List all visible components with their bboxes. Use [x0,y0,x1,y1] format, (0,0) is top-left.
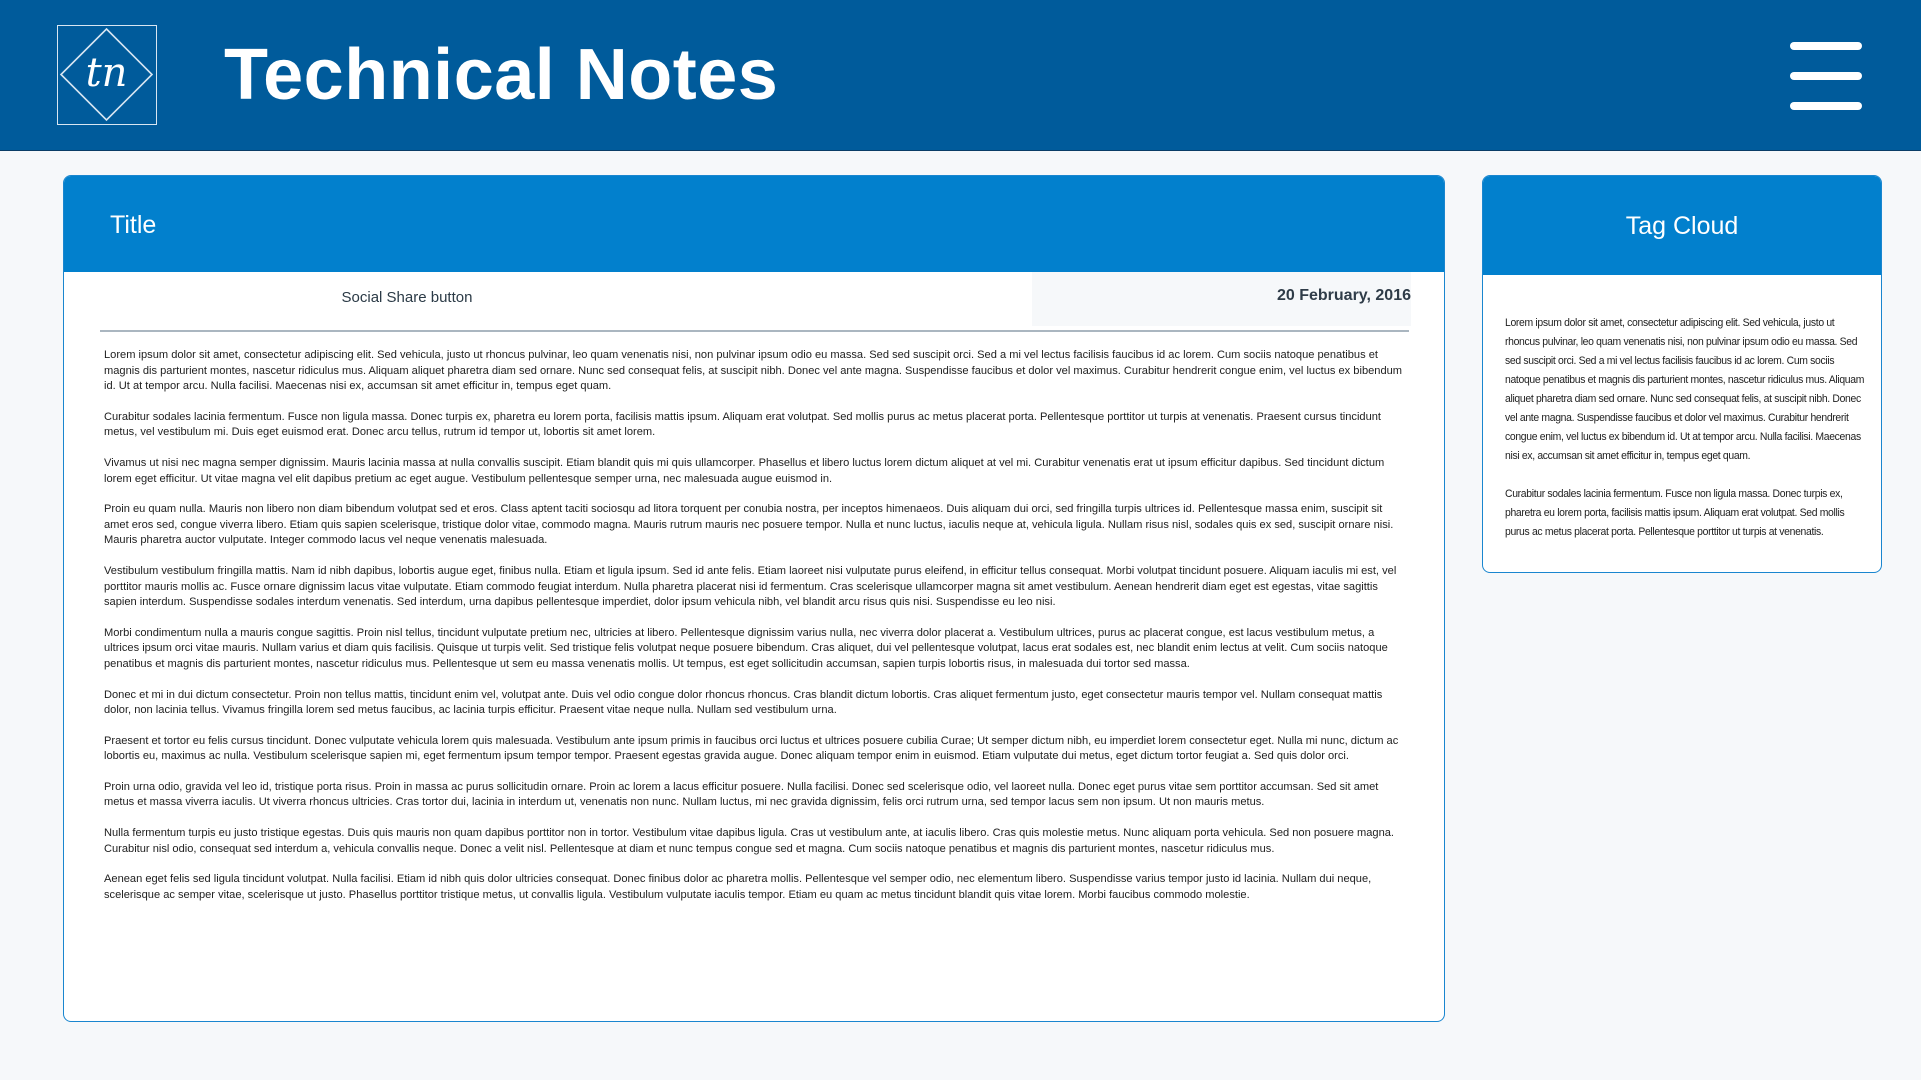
tag-cloud-paragraph: Lorem ipsum dolor sit amet, consectetur … [1505,317,1865,462]
hamburger-menu-icon[interactable] [1790,40,1862,112]
social-share-area: Social Share button [97,272,1032,326]
article-paragraph: Aenean eget felis sed ligula tincidunt v… [104,873,1372,901]
social-share-button[interactable]: Social Share button [97,289,717,306]
site-title: Technical Notes [224,35,779,115]
tag-cloud-header: Tag Cloud [1483,176,1881,275]
date-area: 20 February, 2016 [1032,272,1411,326]
article-paragraph: Vivamus ut nisi nec magna semper digniss… [104,456,1385,485]
article-meta: Social Share button 20 February, 2016 [97,272,1411,326]
article-title: Title [110,211,157,239]
article-paragraph: Proin eu quam nulla. Mauris non libero n… [104,503,1394,547]
article-paragraph: Praesent et tortor eu felis cursus tinci… [104,734,1399,763]
site-header: tn Technical Notes [0,0,1921,151]
article-paragraph: Nulla fermentum turpis eu justo tristiqu… [104,827,1395,855]
tag-cloud-body: Lorem ipsum dolor sit amet, consectetur … [1505,314,1867,561]
tag-cloud-title: Tag Cloud [1625,212,1739,240]
article-paragraph: Donec et mi in dui dictum consectetur. P… [104,688,1383,717]
logo-diamond-icon: tn [59,27,154,122]
article-paragraph: Lorem ipsum dolor sit amet, consectetur … [104,349,1403,393]
article-date: 20 February, 2016 [1276,287,1411,304]
menu-bar [1790,72,1862,80]
article-paragraph: Curabitur sodales lacinia fermentum. Fus… [104,410,1382,439]
article-card: Title Social Share button 20 February, 2… [63,175,1445,1022]
menu-bar [1790,102,1862,110]
article-paragraph: Proin urna odio, gravida vel leo id, tri… [104,780,1379,809]
article-paragraph: Vestibulum vestibulum fringilla mattis. … [104,564,1397,609]
menu-bar [1790,42,1862,50]
tag-cloud-paragraph: Curabitur sodales lacinia fermentum. Fus… [1505,488,1845,538]
logo-text: tn [86,50,128,96]
tag-cloud-card: Tag Cloud Lorem ipsum dolor sit amet, co… [1482,175,1882,573]
article-paragraph: Morbi condimentum nulla a mauris congue … [104,626,1388,670]
article-card-header: Title [64,176,1444,272]
article-body: Lorem ipsum dolor sit amet, consectetur … [104,348,1410,918]
article-divider [100,330,1409,332]
site-logo[interactable]: tn [57,25,157,125]
